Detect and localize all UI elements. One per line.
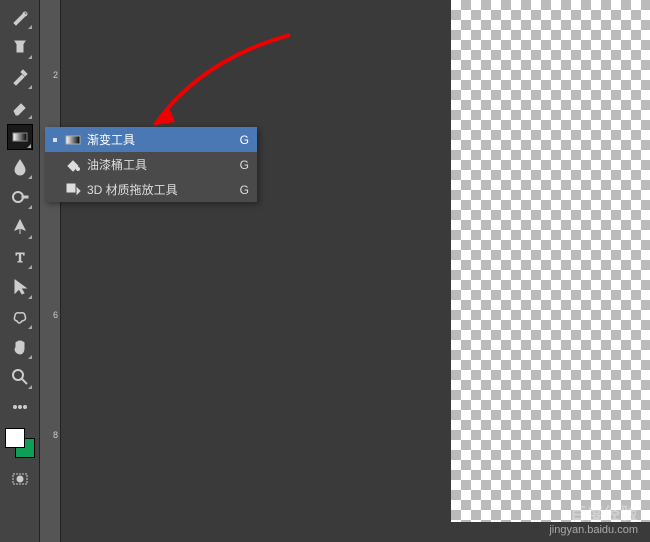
zoom-tool[interactable] <box>7 364 33 390</box>
history-brush-tool[interactable] <box>7 64 33 90</box>
ruler-tick: 2 <box>53 70 58 80</box>
material-drop-icon <box>63 182 83 198</box>
pen-tool[interactable] <box>7 214 33 240</box>
flyout-item-paint-bucket[interactable]: 油漆桶工具 G <box>45 152 257 177</box>
type-tool[interactable]: T <box>7 244 33 270</box>
watermark: 百度经验 jingyan.baidu.com <box>549 500 638 536</box>
gradient-tool[interactable] <box>7 124 33 150</box>
flyout-shortcut: G <box>235 158 249 172</box>
flyout-item-3d-material[interactable]: 3D 材质拖放工具 G <box>45 177 257 202</box>
healing-brush-tool[interactable] <box>7 4 33 30</box>
quick-mask-toggle[interactable] <box>7 466 33 492</box>
flyout-label: 油漆桶工具 <box>87 156 235 173</box>
flyout-shortcut: G <box>235 183 249 197</box>
shape-tool[interactable] <box>7 304 33 330</box>
gradient-tool-flyout: 渐变工具 G 油漆桶工具 G 3D 材质拖放工具 G <box>45 127 257 202</box>
edit-toolbar[interactable] <box>7 394 33 420</box>
transparent-canvas[interactable] <box>451 0 650 522</box>
svg-text:T: T <box>15 251 24 266</box>
paint-bucket-icon <box>63 157 83 173</box>
path-selection-tool[interactable] <box>7 274 33 300</box>
color-swatches[interactable] <box>5 428 35 458</box>
watermark-url: jingyan.baidu.com <box>549 524 638 536</box>
ruler-tick: 6 <box>53 310 58 320</box>
flyout-label: 渐变工具 <box>87 131 235 148</box>
hand-tool[interactable] <box>7 334 33 360</box>
canvas-area[interactable] <box>61 0 650 542</box>
dodge-tool[interactable] <box>7 184 33 210</box>
ruler-tick: 8 <box>53 430 58 440</box>
blur-tool[interactable] <box>7 154 33 180</box>
selection-dot-icon <box>51 138 59 142</box>
foreground-swatch[interactable] <box>5 428 25 448</box>
flyout-shortcut: G <box>235 133 249 147</box>
gradient-icon <box>63 132 83 148</box>
tool-toolbar: T <box>0 0 40 542</box>
watermark-title: 百度经验 <box>549 500 638 524</box>
flyout-label: 3D 材质拖放工具 <box>87 181 235 198</box>
eraser-tool[interactable] <box>7 94 33 120</box>
app-root: T 2 4 6 8 渐变工具 G 油漆桶工具 G <box>0 0 650 542</box>
flyout-item-gradient[interactable]: 渐变工具 G <box>45 127 257 152</box>
vertical-ruler: 2 4 6 8 <box>40 0 61 542</box>
clone-stamp-tool[interactable] <box>7 34 33 60</box>
